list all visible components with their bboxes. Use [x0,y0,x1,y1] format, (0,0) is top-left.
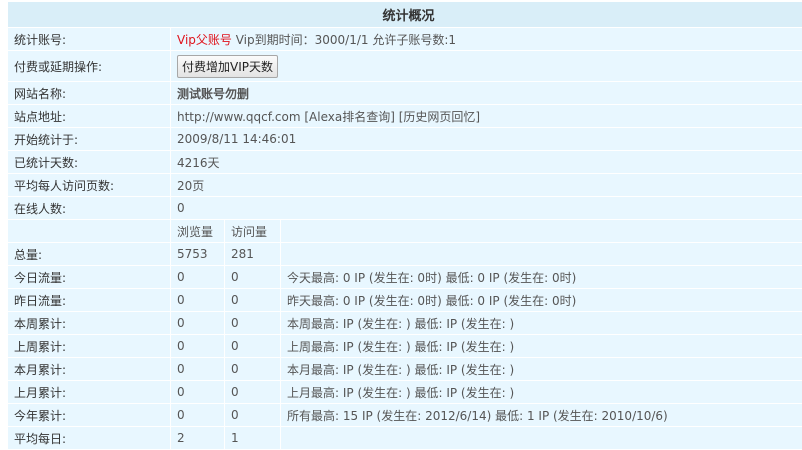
row-label: 昨日流量: [8,289,171,312]
online-label: 在线人数: [8,197,171,220]
avg-pages-value: 20页 [171,174,802,197]
pv-value: 0 [171,266,225,289]
add-vip-days-button[interactable]: 付费增加VIP天数 [177,55,278,78]
uv-value: 0 [225,358,281,381]
uv-column-header: 访问量 [225,220,281,243]
uv-value: 0 [225,381,281,404]
table-row: 昨日流量: 0 0 昨天最高: 0 IP (发生在: 0时) 最低: 0 IP … [8,289,802,312]
payment-label: 付费或延期操作: [8,51,171,82]
pv-value: 0 [171,335,225,358]
row-label: 上月累计: [8,381,171,404]
payment-row: 付费或延期操作: 付费增加VIP天数 [8,51,802,82]
start-time-row: 开始统计于: 2009/8/11 14:46:01 [8,128,802,151]
days-label: 已统计天数: [8,151,171,174]
peak-info: 所有最高: 15 IP (发生在: 2012/6/14) 最低: 1 IP (发… [281,404,802,427]
extra-column-header [281,220,802,243]
pv-value: 0 [171,358,225,381]
pv-value: 0 [171,381,225,404]
payment-cell: 付费增加VIP天数 [171,51,802,82]
days-value: 4216天 [171,151,802,174]
uv-value: 0 [225,289,281,312]
uv-value: 0 [225,312,281,335]
online-value: 0 [171,197,802,220]
pv-value: 0 [171,312,225,335]
table-row: 本周累计: 0 0 本周最高: IP (发生在: ) 最低: IP (发生在: … [8,312,802,335]
account-value: Vip父账号 Vip到期时间：3000/1/1 允许子账号数:1 [171,28,802,51]
start-time-label: 开始统计于: [8,128,171,151]
peak-info: 上月最高: IP (发生在: ) 最低: IP (发生在: ) [281,381,802,404]
site-name-label: 网站名称: [8,82,171,105]
row-label: 今年累计: [8,404,171,427]
vip-expire: Vip到期时间：3000/1/1 允许子账号数:1 [236,33,456,47]
pv-value: 5753 [171,243,225,266]
column-header-row: 浏览量 访问量 [8,220,802,243]
table-row: 今年累计: 0 0 所有最高: 15 IP (发生在: 2012/6/14) 最… [8,404,802,427]
site-name-value: 测试账号勿删 [171,82,802,105]
row-label: 本周累计: [8,312,171,335]
row-label: 总量: [8,243,171,266]
table-row: 上月累计: 0 0 上月最高: IP (发生在: ) 最低: IP (发生在: … [8,381,802,404]
uv-value: 0 [225,404,281,427]
uv-value: 0 [225,335,281,358]
row-label: 平均每日: [8,427,171,450]
site-name-row: 网站名称: 测试账号勿删 [8,82,802,105]
table-row: 今日流量: 0 0 今天最高: 0 IP (发生在: 0时) 最低: 0 IP … [8,266,802,289]
start-time-value: 2009/8/11 14:46:01 [171,128,802,151]
site-url-link[interactable]: http://www.qqcf.com [177,110,301,124]
history-page-link[interactable]: [历史网页回忆] [399,110,480,124]
table-row: 总量: 5753 281 [8,243,802,266]
site-url-label: 站点地址: [8,105,171,128]
pv-value: 0 [171,289,225,312]
title-row: 统计概况 [8,2,802,28]
pv-value: 0 [171,404,225,427]
row-label: 本月累计: [8,358,171,381]
alexa-rank-link[interactable]: [Alexa排名查询] [304,110,395,124]
avg-pages-label: 平均每人访问页数: [8,174,171,197]
table-row: 本月累计: 0 0 本月最高: IP (发生在: ) 最低: IP (发生在: … [8,358,802,381]
peak-info: 上周最高: IP (发生在: ) 最低: IP (发生在: ) [281,335,802,358]
avg-pages-row: 平均每人访问页数: 20页 [8,174,802,197]
vip-badge: Vip父账号 [177,33,232,47]
account-label: 统计账号: [8,28,171,51]
row-label: 今日流量: [8,266,171,289]
uv-value: 1 [225,427,281,450]
site-url-row: 站点地址: http://www.qqcf.com [Alexa排名查询] [历… [8,105,802,128]
peak-info: 本周最高: IP (发生在: ) 最低: IP (发生在: ) [281,312,802,335]
site-url-cell: http://www.qqcf.com [Alexa排名查询] [历史网页回忆] [171,105,802,128]
uv-value: 281 [225,243,281,266]
online-row: 在线人数: 0 [8,197,802,220]
account-row: 统计账号: Vip父账号 Vip到期时间：3000/1/1 允许子账号数:1 [8,28,802,51]
stats-table: 统计概况 统计账号: Vip父账号 Vip到期时间：3000/1/1 允许子账号… [7,1,802,450]
page-title: 统计概况 [8,2,802,28]
peak-info [281,243,802,266]
table-row: 上周累计: 0 0 上周最高: IP (发生在: ) 最低: IP (发生在: … [8,335,802,358]
peak-info: 昨天最高: 0 IP (发生在: 0时) 最低: 0 IP (发生在: 0时) [281,289,802,312]
peak-info [281,427,802,450]
stats-page: 统计概况 统计账号: Vip父账号 Vip到期时间：3000/1/1 允许子账号… [0,0,802,444]
column-header-blank [8,220,171,243]
uv-value: 0 [225,266,281,289]
pv-value: 2 [171,427,225,450]
row-label: 上周累计: [8,335,171,358]
pv-column-header: 浏览量 [171,220,225,243]
days-row: 已统计天数: 4216天 [8,151,802,174]
peak-info: 本月最高: IP (发生在: ) 最低: IP (发生在: ) [281,358,802,381]
peak-info: 今天最高: 0 IP (发生在: 0时) 最低: 0 IP (发生在: 0时) [281,266,802,289]
table-row: 平均每日: 2 1 [8,427,802,450]
